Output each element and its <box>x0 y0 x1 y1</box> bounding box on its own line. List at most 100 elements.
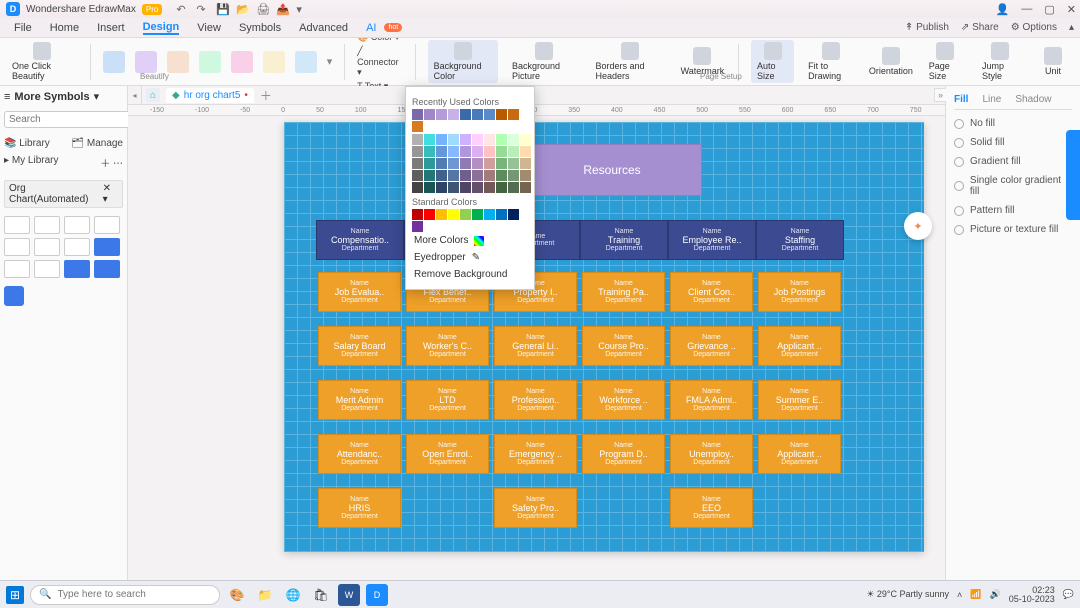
palette-swatch[interactable] <box>436 170 447 181</box>
dept-card[interactable]: NameCompensatio..Department <box>316 220 404 260</box>
sub-card[interactable]: NameApplicant ..Department <box>758 434 841 474</box>
palette-swatch[interactable] <box>436 182 447 193</box>
home-tab-icon[interactable]: ⌂ <box>146 88 160 102</box>
taskbar-word[interactable]: W <box>338 584 360 606</box>
dropdown-icon[interactable]: ▾ <box>296 3 308 15</box>
taskbar-explorer[interactable]: 📁 <box>254 584 276 606</box>
tray-net-icon[interactable]: 📶 <box>970 589 981 600</box>
palette-swatch[interactable] <box>460 158 471 169</box>
palette-swatch[interactable] <box>496 146 507 157</box>
palette-swatch[interactable] <box>412 134 423 145</box>
palette-swatch[interactable] <box>412 182 423 193</box>
options-button[interactable]: ⚙ Options <box>1011 22 1057 33</box>
theme-thumb[interactable] <box>295 51 317 73</box>
sub-card[interactable]: NameLTDDepartment <box>406 380 489 420</box>
palette-swatch[interactable] <box>424 170 435 181</box>
canvas-side-toggle[interactable]: ◂ <box>128 86 142 104</box>
recent-color-swatch[interactable] <box>448 109 459 120</box>
palette-swatch[interactable] <box>472 170 483 181</box>
palette-swatch[interactable] <box>424 134 435 145</box>
symbol-thumb[interactable] <box>64 260 90 278</box>
weather-widget[interactable]: ☀ 29°C Partly sunny <box>866 589 949 600</box>
fill-tab[interactable]: Fill <box>954 94 968 105</box>
standard-color-swatch[interactable] <box>484 209 495 220</box>
my-library-label[interactable]: ▸ My Library <box>4 155 59 170</box>
background-color-button[interactable]: Background Color <box>428 40 498 83</box>
taskbar-edge[interactable]: 🌐 <box>282 584 304 606</box>
sub-card[interactable]: NameClient Con..Department <box>670 272 753 312</box>
redo-icon[interactable]: ↷ <box>196 3 208 15</box>
start-button[interactable]: ⊞ <box>6 586 24 604</box>
palette-swatch[interactable] <box>424 182 435 193</box>
sub-card[interactable]: NameProgram D..Department <box>582 434 665 474</box>
symbol-thumb[interactable] <box>4 286 24 306</box>
minimize-icon[interactable]: — <box>1021 3 1032 15</box>
ai-assistant-bubble[interactable]: ✦ <box>904 212 932 240</box>
sub-card[interactable]: NameFMLA Admi..Department <box>670 380 753 420</box>
sub-card[interactable]: NameHRISDepartment <box>318 488 401 528</box>
taskbar-search[interactable]: 🔍 Type here to search <box>30 585 220 605</box>
standard-color-swatch[interactable] <box>472 209 483 220</box>
palette-swatch[interactable] <box>412 158 423 169</box>
recent-color-swatch[interactable] <box>484 109 495 120</box>
symbol-thumb[interactable] <box>64 238 90 256</box>
recent-color-swatch[interactable] <box>412 121 423 132</box>
sub-card[interactable]: NameOpen Enrol..Department <box>406 434 489 474</box>
palette-swatch[interactable] <box>496 182 507 193</box>
orgchart-section[interactable]: Org Chart(Automated) <box>9 183 103 205</box>
palette-swatch[interactable] <box>508 170 519 181</box>
recent-color-swatch[interactable] <box>436 109 447 120</box>
more-colors-item[interactable]: More Colors <box>412 232 528 249</box>
doc-tab[interactable]: ◆hr org chart5• <box>166 88 254 103</box>
maximize-icon[interactable]: ▢ <box>1044 3 1054 16</box>
palette-swatch[interactable] <box>472 134 483 145</box>
palette-swatch[interactable] <box>484 158 495 169</box>
one-click-beautify-button[interactable]: One Click Beautify <box>6 40 78 83</box>
palette-swatch[interactable] <box>496 134 507 145</box>
undo-icon[interactable]: ↶ <box>176 3 188 15</box>
symbol-thumb[interactable] <box>94 216 120 234</box>
borders-headers-button[interactable]: Borders and Headers <box>590 40 671 83</box>
print-icon[interactable]: 🖨 <box>256 3 268 15</box>
palette-swatch[interactable] <box>448 170 459 181</box>
recent-color-swatch[interactable] <box>496 109 507 120</box>
add-lib-icon[interactable]: ＋ ⋯ <box>100 155 123 170</box>
radio-solid-fill[interactable] <box>954 138 964 148</box>
menu-insert[interactable]: Insert <box>97 22 125 34</box>
palette-swatch[interactable] <box>424 146 435 157</box>
palette-swatch[interactable] <box>448 146 459 157</box>
palette-swatch[interactable] <box>484 182 495 193</box>
eyedropper-item[interactable]: Eyedropper ✎ <box>412 249 528 266</box>
panel-collapse-icon[interactable]: » <box>934 88 946 102</box>
symbol-thumb[interactable] <box>64 216 90 234</box>
symbol-thumb[interactable] <box>94 238 120 256</box>
palette-swatch[interactable] <box>496 170 507 181</box>
palette-swatch[interactable] <box>472 146 483 157</box>
palette-swatch[interactable] <box>484 146 495 157</box>
fit-drawing-button[interactable]: Fit to Drawing <box>802 40 859 83</box>
library-label[interactable]: 📚 Library <box>4 138 50 149</box>
sub-card[interactable]: NameTraining Pa..Department <box>582 272 665 312</box>
drawing-canvas[interactable]: Resources NameCompensatio..DepartmentNam… <box>284 122 924 552</box>
palette-swatch[interactable] <box>460 182 471 193</box>
standard-color-swatch[interactable] <box>436 209 447 220</box>
palette-swatch[interactable] <box>520 182 531 193</box>
theme-thumb[interactable] <box>263 51 285 73</box>
radio-gradient-fill[interactable] <box>954 157 964 167</box>
export-icon[interactable]: 📤 <box>276 3 288 15</box>
open-icon[interactable]: 📂 <box>236 3 248 15</box>
background-picture-button[interactable]: Background Picture <box>506 40 582 83</box>
menu-ai[interactable]: AI <box>366 22 376 34</box>
palette-swatch[interactable] <box>520 146 531 157</box>
symbol-thumb[interactable] <box>4 238 30 256</box>
palette-swatch[interactable] <box>448 134 459 145</box>
orientation-button[interactable]: Orientation <box>867 45 915 78</box>
save-icon[interactable]: 💾 <box>216 3 228 15</box>
manage-library[interactable]: 🗂 Manage <box>71 138 123 149</box>
menu-file[interactable]: File <box>14 22 32 34</box>
sub-card[interactable]: NameMerit AdminDepartment <box>318 380 401 420</box>
publish-button[interactable]: ↟ Publish <box>905 22 949 33</box>
close-icon[interactable]: ✕ <box>1067 3 1076 16</box>
theme-thumb[interactable] <box>199 51 221 73</box>
palette-swatch[interactable] <box>460 170 471 181</box>
